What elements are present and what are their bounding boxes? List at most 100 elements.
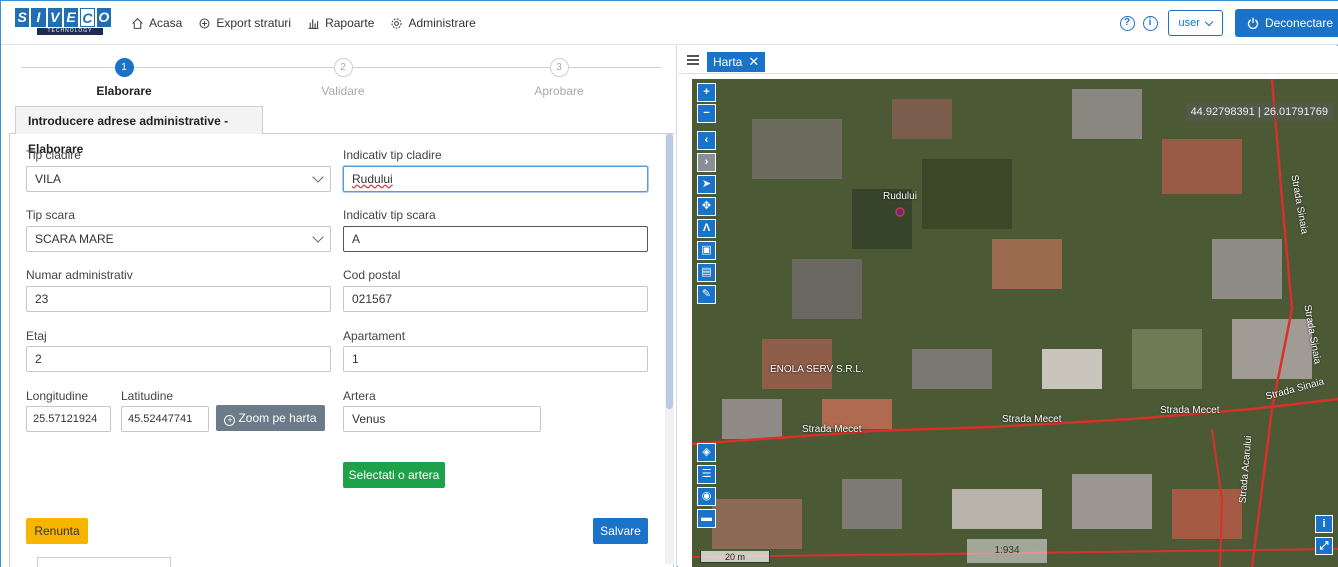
nav-acasa[interactable]: Acasa [131,16,182,30]
numar-administrativ-value: 23 [35,292,49,306]
street-label: Strada Mecet [1002,414,1062,425]
siveco-logo[interactable]: S I V E C O TECHNOLOGY [15,8,111,36]
indicativ-tip-cladire-input[interactable]: Rudului [343,166,648,192]
longitudine-input[interactable]: 25.57121924 [26,406,111,432]
comment-icon[interactable]: ▬ [697,509,716,528]
nav-administrare[interactable]: Administrare [390,16,476,30]
marker-label: Rudului [883,191,917,202]
logo-letter: V [47,8,62,27]
form-scrollbar[interactable] [665,134,674,564]
logo-letter: S [15,8,30,27]
latitudine-input[interactable]: 45.52447741 [121,406,209,432]
map-ratio: 1:934 [967,539,1047,563]
etaj-input[interactable]: 2 [26,346,331,372]
apartament-value: 1 [352,352,359,366]
tip-cladire-select[interactable]: VILA [26,166,331,192]
tip-scara-label: Tip scara [26,208,75,222]
tip-scara-value: SCARA MARE [35,232,114,246]
indicativ-tip-scara-input[interactable]: A [343,226,648,252]
latitudine-label: Latitudine [121,389,174,403]
step-label: Elaborare [96,84,152,98]
bar-chart-icon [308,18,319,29]
map-panel: Harta ✕ 44.92798391 | 26.01791769 Rudulu… [678,46,1338,567]
nav-rapoarte[interactable]: Rapoarte [307,16,374,30]
info-icon[interactable]: i [1142,15,1158,31]
logout-button[interactable]: Deconectare [1234,9,1338,37]
help-icon[interactable]: ? [1119,15,1135,31]
tip-cladire-label: Tip cladire [26,148,81,162]
etaj-value: 2 [35,352,42,366]
map-icon[interactable]: ▤ [697,263,716,282]
forward-button[interactable]: › [697,153,716,172]
app-window: S I V E C O TECHNOLOGY Acasa Export stra… [0,0,1338,567]
zoom-pe-harta-button[interactable]: + Zoom pe harta [216,405,325,431]
main-nav: Acasa Export straturi Rapoarte Administr… [131,1,476,45]
close-icon[interactable]: ✕ [748,52,759,72]
user-dropdown[interactable]: user [1167,10,1223,36]
form-title: Introducere adrese administrative - Elab… [15,106,263,156]
power-icon [1247,17,1259,29]
measure-icon[interactable]: Λ [697,219,716,238]
etaj-label: Etaj [26,329,47,343]
apartament-input[interactable]: 1 [343,346,648,372]
tip-scara-select[interactable]: SCARA MARE [26,226,331,252]
chevron-down-icon [312,231,324,243]
step-elaborare[interactable]: 1 Elaborare [64,58,184,98]
step-label: Validare [321,84,365,98]
logo-letter: C [80,8,95,27]
selectati-artera-button[interactable]: Selectati o artera [343,462,445,488]
eye-icon[interactable]: ◉ [697,487,716,506]
step-number: 3 [549,58,569,77]
artera-label: Artera [343,389,376,403]
back-button[interactable]: ‹ [697,131,716,150]
nav-export-straturi[interactable]: Export straturi [198,16,291,30]
latitudine-value: 45.52447741 [128,413,193,425]
renunta-button[interactable]: Renunta [26,518,88,544]
numar-administrativ-input[interactable]: 23 [26,286,331,312]
step-number: 1 [114,58,134,77]
logo-letters: S I V E C O [15,8,111,27]
home-icon [132,17,143,29]
zoom-out-button[interactable]: − [697,104,716,123]
tab-harta[interactable]: Harta ✕ [707,52,766,72]
street-label: Strada Mecet [802,424,862,435]
map-info-button[interactable]: i [1315,515,1333,533]
logo-letter: E [63,8,79,27]
legend-icon[interactable]: ☰ [697,465,716,484]
coordinates-readout: 44.92798391 | 26.01791769 [1185,103,1333,121]
step-aprobare[interactable]: 3 Aprobare [499,58,619,98]
menu-icon[interactable] [687,55,699,65]
layers-export-icon [199,18,210,28]
chevron-down-icon [312,171,324,183]
indicativ-tip-scara-label: Indicativ tip scara [343,208,436,222]
workflow-stepper: 1 Elaborare 2 Validare 3 Aprobare [1,46,677,104]
longitudine-value: 25.57121924 [33,413,98,425]
indicativ-tip-scara-value: A [352,232,361,246]
pan-icon[interactable]: ✥ [697,197,716,216]
map-canvas[interactable]: 44.92798391 | 26.01791769 Rudului ENOLA … [692,79,1338,567]
apartament-label: Apartament [343,329,406,343]
step-validare[interactable]: 2 Validare [283,58,403,98]
logo-subtitle: TECHNOLOGY [37,28,103,35]
image-icon[interactable]: ▣ [697,241,716,260]
scrollbar-thumb[interactable] [666,134,673,409]
cod-postal-label: Cod postal [343,268,401,282]
layers-icon[interactable]: ◈ [697,443,716,462]
nav-label: Administrare [408,16,476,30]
cod-postal-input[interactable]: 021567 [343,286,648,312]
locate-icon[interactable]: ➤ [697,175,716,194]
logo-letter: O [96,8,111,27]
edit-icon[interactable]: ✎ [697,285,716,304]
zoom-in-button[interactable]: + [697,83,716,102]
step-label: Aprobare [534,84,584,98]
map-tabbar: Harta ✕ [678,46,1338,74]
artera-input[interactable]: Venus [343,406,541,432]
tip-cladire-value: VILA [35,172,62,186]
fullscreen-icon[interactable]: ⤢ [1315,537,1333,555]
logo-letter: I [31,8,46,27]
salvare-button[interactable]: Salvare [593,518,648,544]
step-number: 2 [333,58,353,77]
top-right-controls: ? i user Deconectare [1119,9,1338,37]
zoom-pe-harta-label: Zoom pe harta [238,411,317,425]
numar-administrativ-label: Numar administrativ [26,268,133,282]
